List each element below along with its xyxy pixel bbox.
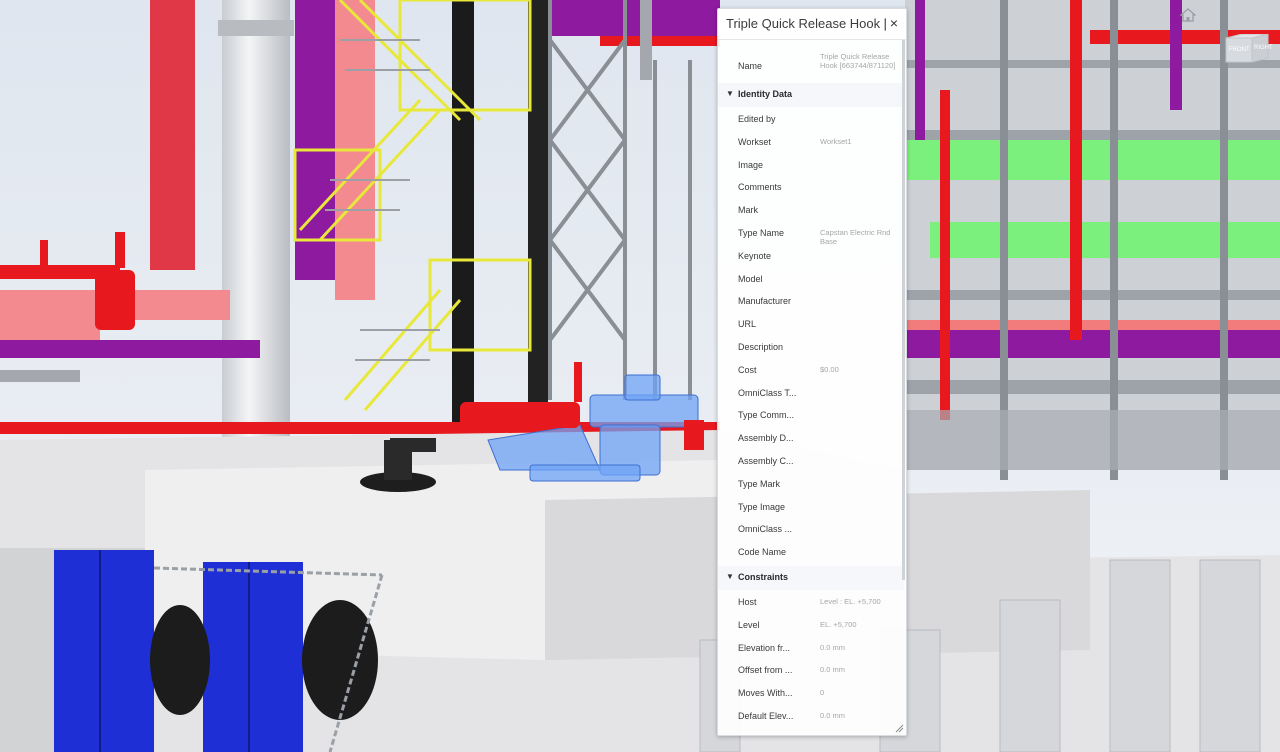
main-column	[222, 0, 290, 440]
property-label: Code Name	[738, 547, 787, 558]
property-label: Comments	[738, 182, 782, 193]
property-row[interactable]: Level EL. +5,700	[718, 616, 904, 638]
property-label: OmniClass ...	[738, 524, 793, 535]
home-icon[interactable]	[1180, 8, 1196, 22]
property-label: Assembly C...	[738, 456, 794, 466]
property-row[interactable]: Assembly D...	[718, 429, 904, 451]
property-label: URL	[738, 319, 757, 330]
property-label: Moves With...	[738, 688, 793, 699]
property-row[interactable]: Moves With... 0	[718, 684, 904, 706]
property-row[interactable]: Image	[718, 156, 904, 178]
viewcube-front-label: FRONT	[1229, 47, 1250, 53]
property-label: Edited by	[738, 114, 776, 124]
property-row[interactable]: Type Comm...	[718, 406, 904, 428]
property-value: 0	[820, 688, 825, 698]
property-value: $0.00	[820, 364, 839, 374]
property-row[interactable]: Description	[718, 338, 904, 360]
panel-title: Triple Quick Release Hook [6	[726, 16, 886, 31]
property-label: Default Elev...	[738, 711, 794, 721]
property-label: Level	[738, 619, 760, 630]
property-row[interactable]: Keynote	[718, 247, 904, 269]
property-label: Workset	[738, 136, 771, 147]
property-row[interactable]: Assembly C...	[718, 452, 904, 474]
resize-grip-icon[interactable]	[894, 723, 904, 733]
property-row[interactable]: URL	[718, 315, 904, 337]
property-label: Mark	[738, 205, 758, 216]
panel-header[interactable]: Triple Quick Release Hook [6 ×	[718, 9, 906, 40]
property-row[interactable]: Manufacturer	[718, 292, 904, 314]
viewcube[interactable]: FRONT RIGHT	[1224, 33, 1273, 64]
property-label: Name	[738, 61, 763, 71]
section-title: Identity Data	[738, 89, 793, 99]
scrollbar[interactable]	[902, 40, 905, 580]
property-row[interactable]: Offset from ... 0.0 mm	[718, 661, 904, 683]
property-value: EL. +5,700	[820, 619, 857, 629]
property-label: Type Image	[738, 501, 786, 512]
property-label: Image	[738, 159, 764, 170]
section-title: Constraints	[738, 572, 789, 582]
property-label: Model	[738, 273, 763, 284]
property-value: Capstan Electric Rnd Base	[820, 228, 891, 246]
property-value: Level : EL. +5,700	[820, 597, 881, 606]
property-value: 0.0 mm	[820, 711, 846, 720]
property-row[interactable]: Comments	[718, 178, 904, 200]
viewcube-right-label: RIGHT	[1254, 45, 1273, 51]
property-row[interactable]: Default Elev... 0.0 mm	[718, 707, 904, 729]
close-icon[interactable]: ×	[886, 15, 902, 31]
property-label: Assembly D...	[738, 433, 794, 444]
model-viewport[interactable]	[0, 0, 1280, 752]
black-column	[452, 0, 474, 430]
properties-panel[interactable]: Triple Quick Release Hook [6 × Name Trip…	[717, 8, 907, 736]
property-label: Cost	[738, 364, 757, 375]
property-row[interactable]: Model	[718, 270, 904, 292]
section-constraints[interactable]: ▼ Constraints	[718, 566, 904, 590]
property-label: Manufacturer	[738, 296, 792, 307]
property-row[interactable]: OmniClass ...	[718, 520, 904, 542]
property-label: Offset from ...	[738, 665, 793, 676]
properties-list[interactable]: Name Triple Quick Release Hook [663744/8…	[718, 40, 904, 730]
property-label: OmniClass T...	[738, 387, 797, 398]
property-row[interactable]: Code Name	[718, 543, 904, 565]
property-row[interactable]: Cost $0.00	[718, 361, 904, 383]
property-label: Description	[738, 342, 784, 352]
property-row[interactable]: Workset Workset1	[718, 133, 904, 155]
property-label: Elevation fr...	[738, 642, 791, 653]
property-row[interactable]: OmniClass T...	[718, 384, 904, 406]
property-row[interactable]: Type Name Capstan Electric Rnd Base	[718, 224, 904, 246]
property-row[interactable]: Host Level : EL. +5,700	[718, 593, 904, 615]
property-value: Workset1	[820, 136, 852, 146]
property-row[interactable]: Edited by	[718, 110, 904, 132]
caret-down-icon[interactable]: ▼	[726, 89, 734, 98]
right-pipe-rack	[905, 0, 1280, 480]
property-label: Type Name	[738, 228, 785, 238]
property-label: Type Comm...	[738, 410, 795, 421]
property-value: 0.0 mm	[820, 642, 846, 652]
caret-down-icon[interactable]: ▼	[726, 572, 734, 581]
property-row[interactable]: Elevation fr... 0.0 mm	[718, 639, 904, 661]
property-label: Host	[738, 597, 757, 607]
property-row[interactable]: Mark	[718, 201, 904, 223]
property-value: 0.0 mm	[820, 665, 846, 675]
property-label: Keynote	[738, 250, 772, 261]
property-value: Triple Quick Release Hook [663744/871120…	[820, 52, 896, 70]
property-row-name[interactable]: Name Triple Quick Release Hook [663744/8…	[718, 50, 904, 84]
section-identity-data[interactable]: ▼ Identity Data	[718, 83, 904, 107]
property-row[interactable]: Type Image	[718, 498, 904, 520]
property-row[interactable]: Type Mark	[718, 475, 904, 497]
property-label: Type Mark	[738, 478, 781, 489]
